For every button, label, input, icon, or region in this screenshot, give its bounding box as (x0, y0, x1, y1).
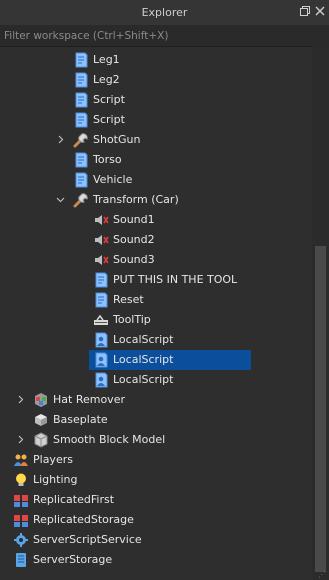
tree-item[interactable]: Baseplate (0, 410, 312, 430)
tree-item[interactable]: LocalScript (0, 370, 312, 390)
tree-item-label: Leg2 (93, 73, 120, 86)
tree-item-label: ServerScriptService (33, 533, 142, 546)
tree-item[interactable]: ToolTip (0, 310, 312, 330)
script-icon (93, 292, 109, 308)
replicated-icon (13, 492, 29, 508)
tree-item[interactable]: ReplicatedFirst (0, 490, 312, 510)
tree-item-label: Transform (Car) (93, 193, 179, 206)
tree-item[interactable]: Script (0, 90, 312, 110)
tree-item-label: ReplicatedFirst (33, 493, 115, 506)
tree-item-label: Torso (93, 153, 122, 166)
tree-item[interactable]: PUT THIS IN THE TOOL (0, 270, 312, 290)
tree-item-label: LocalScript (113, 353, 174, 366)
vertical-scrollbar[interactable] (312, 46, 329, 580)
script-icon (73, 152, 89, 168)
scrollbar-thumb[interactable] (315, 246, 326, 572)
tree-item[interactable]: ReplicatedStorage (0, 510, 312, 530)
script-icon (73, 92, 89, 108)
tree-item[interactable]: Sound2 (0, 230, 312, 250)
localscript-icon (93, 352, 109, 368)
filter-bar (0, 25, 329, 47)
tree-item[interactable]: LocalScript (0, 350, 312, 370)
tree-item-label: PUT THIS IN THE TOOL (113, 273, 238, 286)
tool-icon (73, 132, 89, 148)
tree-item-label: LocalScript (113, 333, 174, 346)
filter-workspace-input[interactable] (0, 25, 320, 46)
restore-window-icon[interactable] (299, 6, 311, 18)
tree-item[interactable]: Leg2 (0, 70, 312, 90)
tree-item[interactable]: ShotGun (0, 130, 312, 150)
tree-item-label: Smooth Block Model (53, 433, 166, 446)
replicated-icon (13, 512, 29, 528)
tree-item[interactable]: Torso (0, 150, 312, 170)
sound-icon (93, 252, 109, 268)
tree-item-label: ShotGun (93, 133, 141, 146)
resize-grip-icon[interactable]: ⋰ (318, 571, 326, 579)
panel-titlebar: Explorer (0, 0, 329, 26)
lighting-icon (13, 472, 29, 488)
sound-icon (93, 232, 109, 248)
tree-item-label: Sound1 (113, 213, 155, 226)
tree-item[interactable]: Script (0, 110, 312, 130)
tree-item[interactable]: Leg1 (0, 50, 312, 70)
tool-icon (73, 192, 89, 208)
tree-item[interactable]: Transform (Car) (0, 190, 312, 210)
script-icon (73, 72, 89, 88)
part-icon (33, 412, 49, 428)
panel-title: Explorer (141, 6, 188, 19)
explorer-tree: Leg1 Leg2 Script Script ShotGun Torso Vehicle T… (0, 50, 312, 580)
script-icon (73, 112, 89, 128)
tree-item[interactable]: Lighting (0, 470, 312, 490)
tree-item-label: Script (93, 113, 125, 126)
server-storage-icon (13, 552, 29, 568)
script-icon (73, 52, 89, 68)
tree-item-label: Sound3 (113, 253, 155, 266)
tree-item-label: Script (93, 93, 125, 106)
tree-item-label: Hat Remover (53, 393, 125, 406)
tree-item-label: LocalScript (113, 373, 174, 386)
model-gray-icon (33, 432, 49, 448)
players-icon (13, 452, 29, 468)
model-icon (33, 392, 49, 408)
tree-item[interactable]: Sound1 (0, 210, 312, 230)
tree-item[interactable]: Players (0, 450, 312, 470)
tree-item-label: Players (33, 453, 73, 466)
tooltip-icon (93, 312, 109, 328)
tree-item-label: Lighting (33, 473, 78, 486)
tree-item[interactable]: Vehicle (0, 170, 312, 190)
tree-item-label: ServerStorage (33, 553, 113, 566)
tree-item[interactable]: ServerScriptService (0, 530, 312, 550)
tree-item[interactable]: ServerStorage (0, 550, 312, 570)
tree-item[interactable]: Reset (0, 290, 312, 310)
tree-item-label: Vehicle (93, 173, 133, 186)
tree-item-label: Reset (113, 293, 144, 306)
tree-item[interactable]: Sound3 (0, 250, 312, 270)
tree-item[interactable]: Hat Remover (0, 390, 312, 410)
localscript-icon (93, 372, 109, 388)
tree-item-label: Baseplate (53, 413, 108, 426)
tree-item[interactable]: LocalScript (0, 330, 312, 350)
tree-item-label: Sound2 (113, 233, 155, 246)
script-icon (93, 272, 109, 288)
sound-icon (93, 212, 109, 228)
tree-item-label: Leg1 (93, 53, 120, 66)
tree-item-label: ToolTip (113, 313, 151, 326)
tree-item[interactable]: Smooth Block Model (0, 430, 312, 450)
tree-item-label: ReplicatedStorage (33, 513, 134, 526)
close-icon[interactable] (314, 6, 326, 18)
server-script-service-icon (13, 532, 29, 548)
localscript-icon (93, 332, 109, 348)
script-icon (73, 172, 89, 188)
